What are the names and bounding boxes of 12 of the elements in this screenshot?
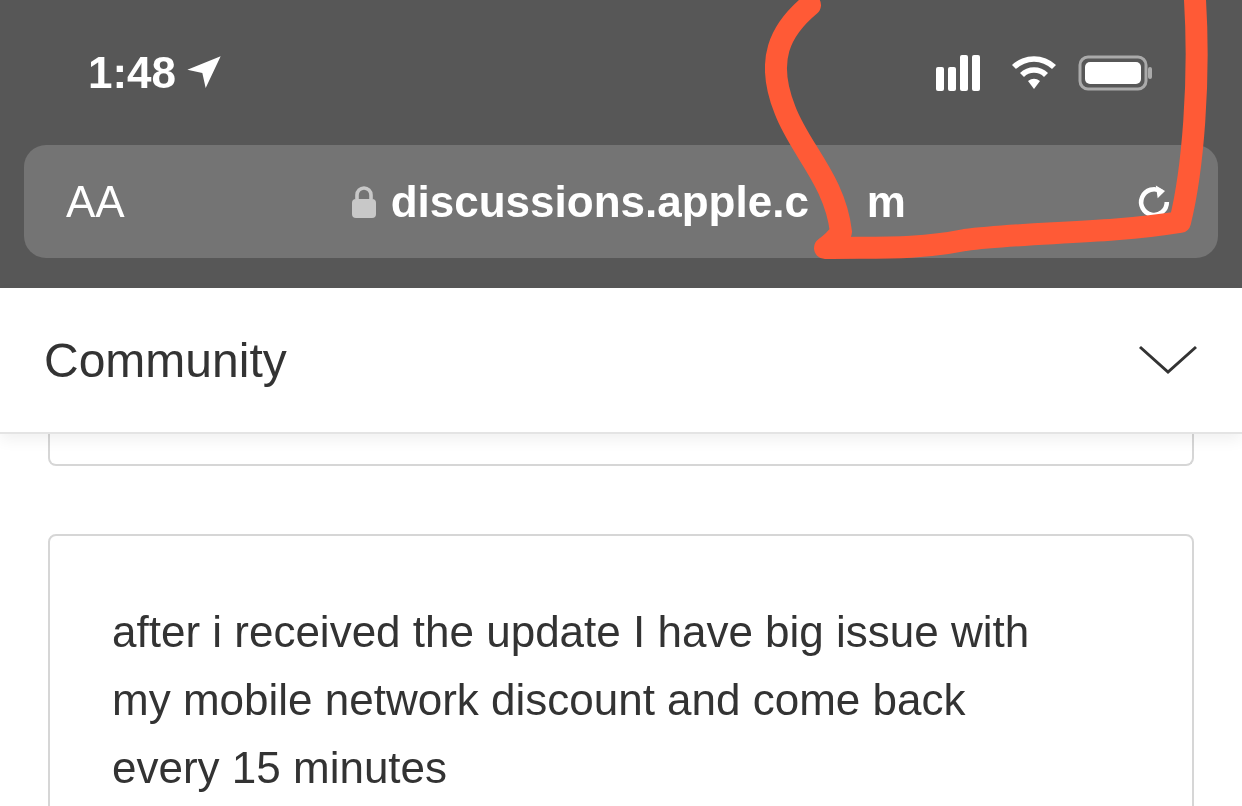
status-time: 1:48 <box>88 47 177 98</box>
community-header[interactable]: Community <box>0 288 1242 434</box>
address-bar[interactable]: AA discussions.apple.c m <box>24 145 1218 258</box>
chevron-down-icon[interactable] <box>1138 345 1198 375</box>
url-text: m <box>866 176 906 227</box>
wifi-icon <box>1010 54 1058 91</box>
lock-icon <box>350 184 377 219</box>
post-text: after i received the update I have big issue with my mobile network discount and come back every 15 minutes <box>112 606 1031 794</box>
header-title: Community <box>44 332 287 388</box>
text-size-button[interactable]: AA <box>66 176 125 227</box>
battery-icon <box>1078 54 1154 91</box>
url-text: discussions.apple.c <box>390 176 809 227</box>
